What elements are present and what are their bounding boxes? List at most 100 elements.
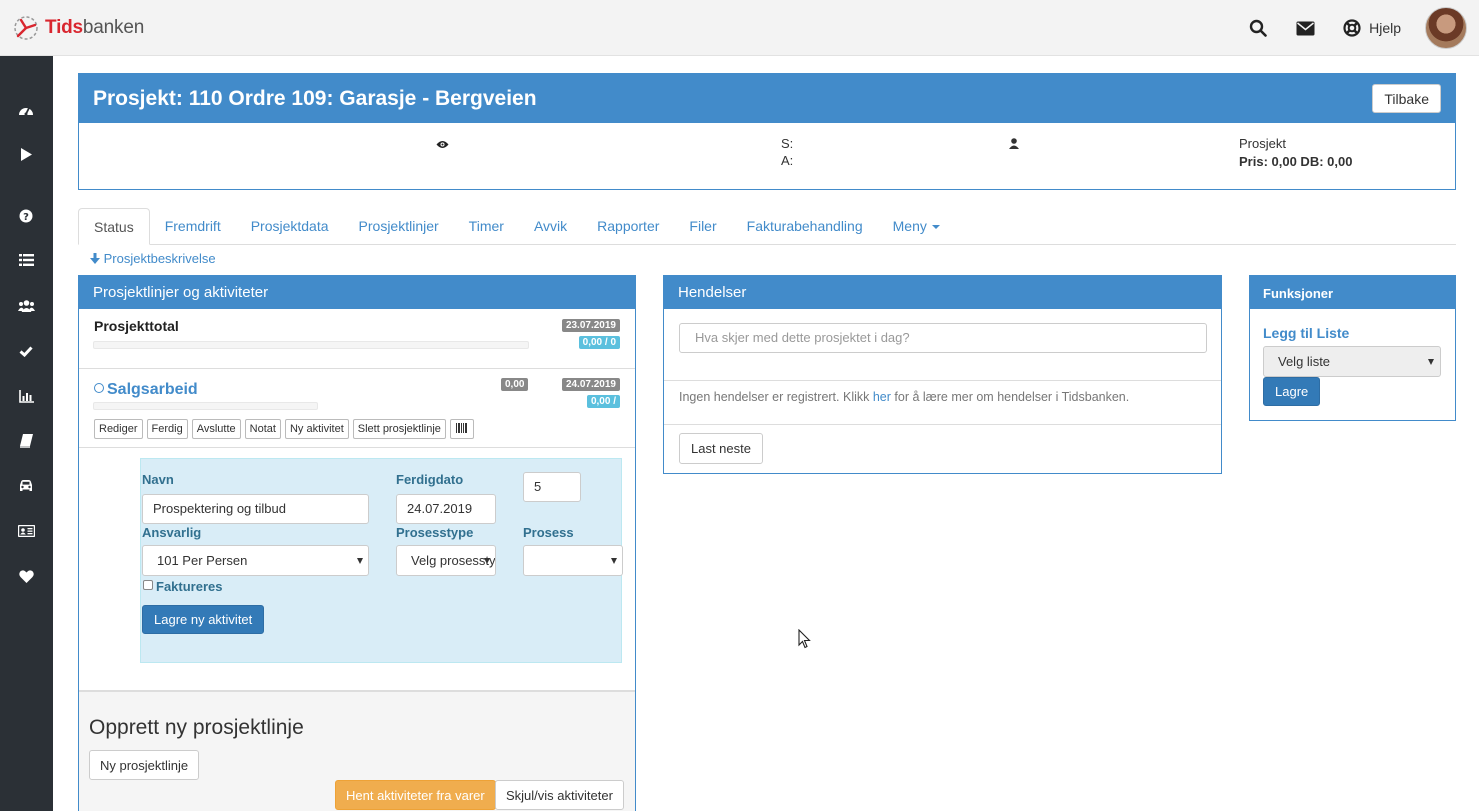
play-icon[interactable] — [16, 144, 36, 164]
mouse-cursor-icon — [798, 628, 811, 652]
project-type: Prosjekt — [1239, 136, 1286, 151]
question-icon[interactable]: ? — [16, 206, 36, 226]
dashboard-icon[interactable] — [16, 100, 36, 120]
users-icon[interactable] — [16, 296, 36, 316]
project-lines-title: Prosjektlinjer og aktiviteter — [79, 276, 635, 309]
save-list-button[interactable]: Lagre — [1263, 377, 1321, 406]
sales-line-name: Salgsarbeid — [107, 381, 198, 398]
new-project-line-button[interactable]: Ny prosjektlinje — [89, 750, 200, 780]
project-header-panel: Prosjekt: 110 Ordre 109: Garasje - Bergv… — [78, 73, 1456, 190]
event-textarea[interactable]: Hva skjer med dette prosjektet i dag? — [679, 323, 1207, 353]
heart-icon[interactable] — [16, 566, 36, 586]
page-title: Prosjekt: 110 Ordre 109: Garasje - Bergv… — [93, 87, 537, 110]
delete-line-button[interactable]: Slett prosjektlinje — [352, 419, 446, 439]
tab-status[interactable]: Status — [78, 208, 150, 245]
list-select[interactable]: Velg liste — [1263, 346, 1441, 377]
avatar[interactable] — [1425, 7, 1467, 49]
new-activity-button[interactable]: Ny aktivitet — [284, 419, 349, 439]
search-icon[interactable] — [1247, 17, 1269, 39]
arrow-down-icon — [90, 253, 100, 264]
tab-rapporter[interactable]: Rapporter — [582, 208, 674, 245]
book-icon[interactable] — [16, 431, 36, 451]
value-badge: 0,00 / — [586, 395, 620, 408]
close-line-button[interactable]: Avslutte — [191, 419, 241, 439]
functions-title: Funksjoner — [1250, 276, 1455, 309]
tab-prosjektlinjer[interactable]: Prosjektlinjer — [344, 208, 454, 245]
name-input[interactable]: Prospektering og tilbud — [142, 494, 369, 524]
status-labels: S: A: — [781, 135, 793, 169]
finish-button[interactable]: Ferdig — [146, 419, 188, 439]
help-link[interactable]: Hjelp — [1369, 20, 1401, 36]
tab-fremdrift[interactable]: Fremdrift — [150, 208, 236, 245]
project-lines-panel: Prosjektlinjer og aktiviteter Prosjektto… — [78, 275, 636, 811]
tab-fakturabehandling[interactable]: Fakturabehandling — [732, 208, 878, 245]
due-date-input[interactable]: 24.07.2019 — [396, 494, 496, 524]
car-icon[interactable] — [16, 476, 36, 496]
progress-bar — [93, 341, 529, 349]
tab-timer[interactable]: Timer — [454, 208, 519, 245]
project-price: Pris: 0,00 DB: 0,00 — [1239, 154, 1353, 169]
responsible-label: Ansvarlig — [142, 525, 202, 540]
mail-icon[interactable] — [1294, 17, 1316, 39]
chevron-down-icon — [611, 558, 617, 564]
events-panel: Hendelser Hva skjer med dette prosjektet… — [663, 275, 1222, 474]
logo[interactable]: Tidsbanken — [12, 14, 144, 42]
caret-down-icon — [931, 225, 940, 230]
tab-filer[interactable]: Filer — [674, 208, 731, 245]
fetch-activities-button[interactable]: Hent aktiviteter fra varer — [335, 780, 496, 810]
progress-bar — [93, 402, 318, 410]
new-line-heading: Opprett ny prosjektlinje — [89, 716, 304, 739]
name-label: Navn — [142, 472, 174, 487]
svg-text:?: ? — [23, 212, 29, 223]
new-project-line-section: Opprett ny prosjektlinje Ny prosjektlinj… — [79, 690, 635, 811]
tab-avvik[interactable]: Avvik — [519, 208, 582, 245]
tab-meny[interactable]: Meny — [878, 208, 955, 245]
logo-icon — [12, 14, 40, 42]
id-card-icon[interactable] — [16, 521, 36, 541]
eye-icon[interactable] — [436, 137, 449, 152]
barcode-button[interactable] — [449, 419, 474, 439]
learn-more-link[interactable]: her — [873, 390, 891, 404]
number-input[interactable]: 5 — [523, 472, 581, 502]
add-to-list-label[interactable]: Legg til Liste — [1263, 325, 1349, 341]
edit-button[interactable]: Rediger — [94, 419, 143, 439]
tab-prosjektdata[interactable]: Prosjektdata — [236, 208, 344, 245]
load-next-button[interactable]: Last neste — [679, 433, 763, 464]
project-description-label: Prosjektbeskrivelse — [103, 251, 216, 266]
new-activity-form: Navn Prospektering og tilbud Ferdigdato … — [140, 458, 623, 663]
collapse-icon — [94, 383, 104, 393]
chevron-down-icon — [484, 558, 490, 564]
lifebuoy-icon[interactable] — [1341, 17, 1363, 39]
process-label: Prosess — [523, 525, 574, 540]
responsible-select[interactable]: 101 Per Persen — [142, 545, 369, 576]
responsible-value: 101 Per Persen — [157, 553, 248, 568]
project-total-name: Prosjekttotal — [94, 318, 179, 334]
save-activity-button[interactable]: Lagre ny aktivitet — [142, 605, 265, 634]
bar-chart-icon[interactable] — [16, 386, 36, 406]
sales-line-link[interactable]: Salgsarbeid — [94, 381, 198, 399]
toggle-activities-button[interactable]: Skjul/vis aktiviteter — [495, 780, 624, 810]
top-bar: Tidsbanken Hjelp — [0, 0, 1479, 56]
back-button[interactable]: Tilbake — [1372, 84, 1441, 113]
note-button[interactable]: Notat — [244, 419, 281, 439]
date-badge: 23.07.2019 — [561, 319, 620, 332]
barcode-icon — [455, 422, 467, 433]
process-type-label: Prosesstype — [396, 525, 474, 540]
check-icon[interactable] — [16, 341, 36, 361]
list-icon[interactable] — [16, 250, 36, 270]
list-select-value: Velg liste — [1278, 354, 1331, 369]
invoice-label: Faktureres — [156, 579, 223, 594]
chevron-down-icon — [1428, 359, 1434, 365]
process-type-select[interactable]: Velg prosesstype — [396, 545, 496, 576]
invoice-checkbox[interactable] — [143, 580, 153, 590]
date-badge: 24.07.2019 — [561, 378, 620, 391]
tab-bar: Status Fremdrift Prosjektdata Prosjektli… — [78, 208, 1456, 245]
a-label: A: — [781, 153, 794, 168]
no-events-message: Ingen hendelser er registrert. Klikk her… — [679, 390, 1130, 404]
events-title: Hendelser — [664, 276, 1221, 309]
due-date-label: Ferdigdato — [396, 472, 464, 487]
s-label: S: — [781, 136, 794, 151]
project-description-link[interactable]: Prosjektbeskrivelse — [90, 251, 216, 266]
process-select[interactable] — [523, 545, 623, 576]
sidebar: ? — [0, 56, 53, 811]
